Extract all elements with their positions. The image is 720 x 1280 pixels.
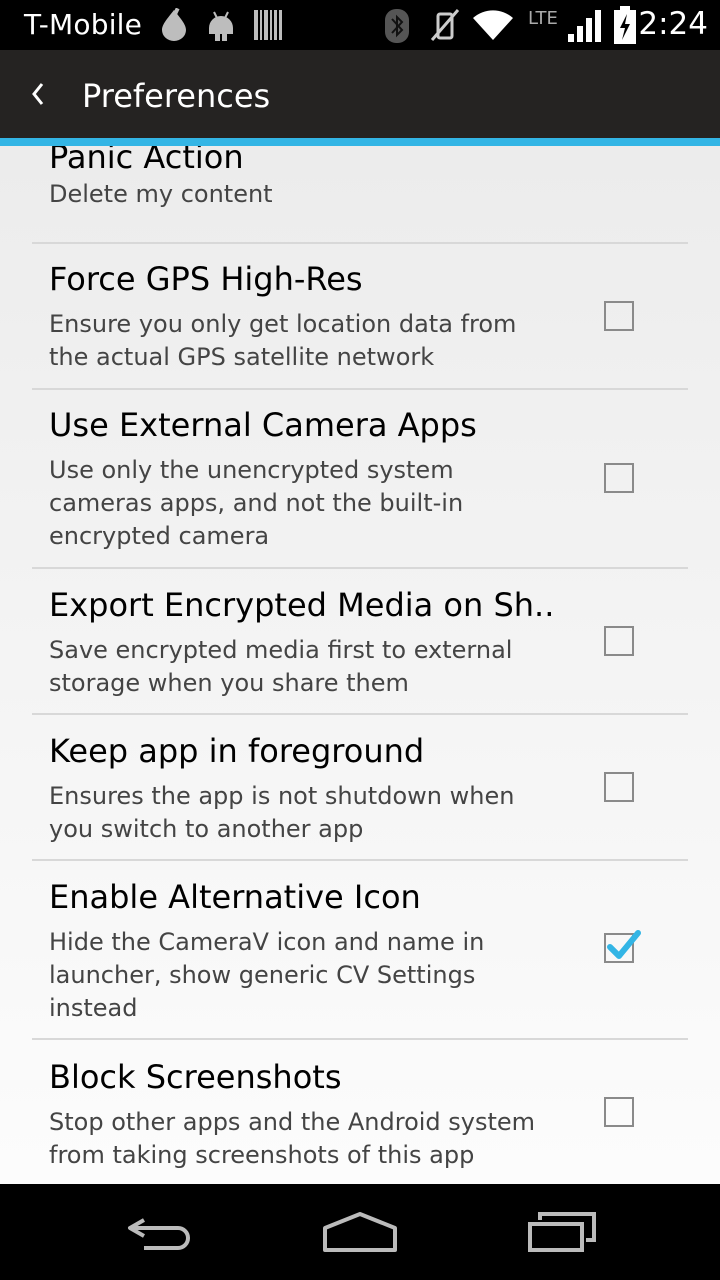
wifi-icon	[473, 10, 513, 40]
pref-title: Keep app in foreground	[49, 732, 425, 770]
pref-checkbox-checked[interactable]	[604, 930, 641, 963]
action-bar: Preferences	[0, 50, 720, 138]
home-icon[interactable]	[315, 1200, 405, 1264]
pref-summary: Save encrypted media first to external s…	[49, 636, 513, 697]
check-icon	[607, 930, 641, 959]
preferences-list[interactable]: Panic Action Delete my content Force GPS…	[0, 146, 720, 1184]
divider	[32, 859, 688, 861]
carrier-name: T-Mobile	[24, 8, 143, 41]
status-bar: T-Mobile LTE 2:24	[0, 0, 720, 50]
action-bar-accent-line	[0, 138, 720, 146]
barcode-notification-icon	[254, 10, 282, 40]
navigation-bar	[0, 1184, 720, 1280]
recent-apps-icon[interactable]	[518, 1200, 608, 1264]
vibrate-icon	[430, 9, 460, 41]
page-title: Preferences	[82, 77, 271, 115]
pref-checkbox[interactable]	[604, 301, 634, 331]
pref-panic-action[interactable]: Panic Action Delete my content	[32, 146, 688, 238]
pref-checkbox[interactable]	[604, 772, 634, 802]
pref-summary: Ensure you only get location data from t…	[49, 310, 517, 371]
status-clock: 2:24	[638, 6, 708, 42]
cupcake-notification-icon	[162, 8, 186, 41]
pref-title: Panic Action	[49, 146, 244, 176]
pref-keep-app-in-foreground[interactable]: Keep app in foreground Ensures the app i…	[32, 732, 688, 860]
pref-enable-alternative-icon[interactable]: Enable Alternative Icon Hide the CameraV…	[32, 878, 688, 1038]
pref-checkbox[interactable]	[604, 626, 634, 656]
pref-summary: Delete my content	[49, 180, 273, 208]
pref-export-encrypted-media[interactable]: Export Encrypted Media on Sh.. Save encr…	[32, 586, 688, 714]
signal-icon	[568, 10, 601, 42]
bluetooth-icon	[385, 9, 409, 43]
pref-checkbox[interactable]	[604, 1097, 634, 1127]
divider	[32, 567, 688, 569]
pref-summary: Use only the unencrypted system cameras …	[49, 456, 464, 550]
pref-block-screenshots[interactable]: Block Screenshots Stop other apps and th…	[32, 1058, 688, 1184]
divider	[32, 1038, 688, 1040]
back-icon[interactable]	[114, 1200, 204, 1264]
divider	[32, 713, 688, 715]
chevron-left-icon[interactable]	[28, 72, 50, 116]
pref-force-gps-high-res[interactable]: Force GPS High-Res Ensure you only get l…	[32, 260, 688, 388]
battery-charging-icon	[614, 6, 636, 44]
pref-title: Block Screenshots	[49, 1058, 342, 1096]
divider	[32, 242, 688, 244]
divider	[32, 388, 688, 390]
pref-use-external-camera-apps[interactable]: Use External Camera Apps Use only the un…	[32, 406, 688, 566]
pref-title: Use External Camera Apps	[49, 406, 477, 444]
network-type-label: LTE	[528, 8, 558, 29]
pref-title: Enable Alternative Icon	[49, 878, 421, 916]
pref-summary: Ensures the app is not shutdown when you…	[49, 782, 515, 843]
pref-checkbox[interactable]	[604, 463, 634, 493]
pref-title: Export Encrypted Media on Sh..	[49, 586, 555, 624]
pref-summary: Hide the CameraV icon and name in launch…	[49, 928, 485, 1022]
pref-title: Force GPS High-Res	[49, 260, 363, 298]
android-notification-icon	[209, 11, 233, 41]
pref-summary: Stop other apps and the Android system f…	[49, 1108, 536, 1169]
